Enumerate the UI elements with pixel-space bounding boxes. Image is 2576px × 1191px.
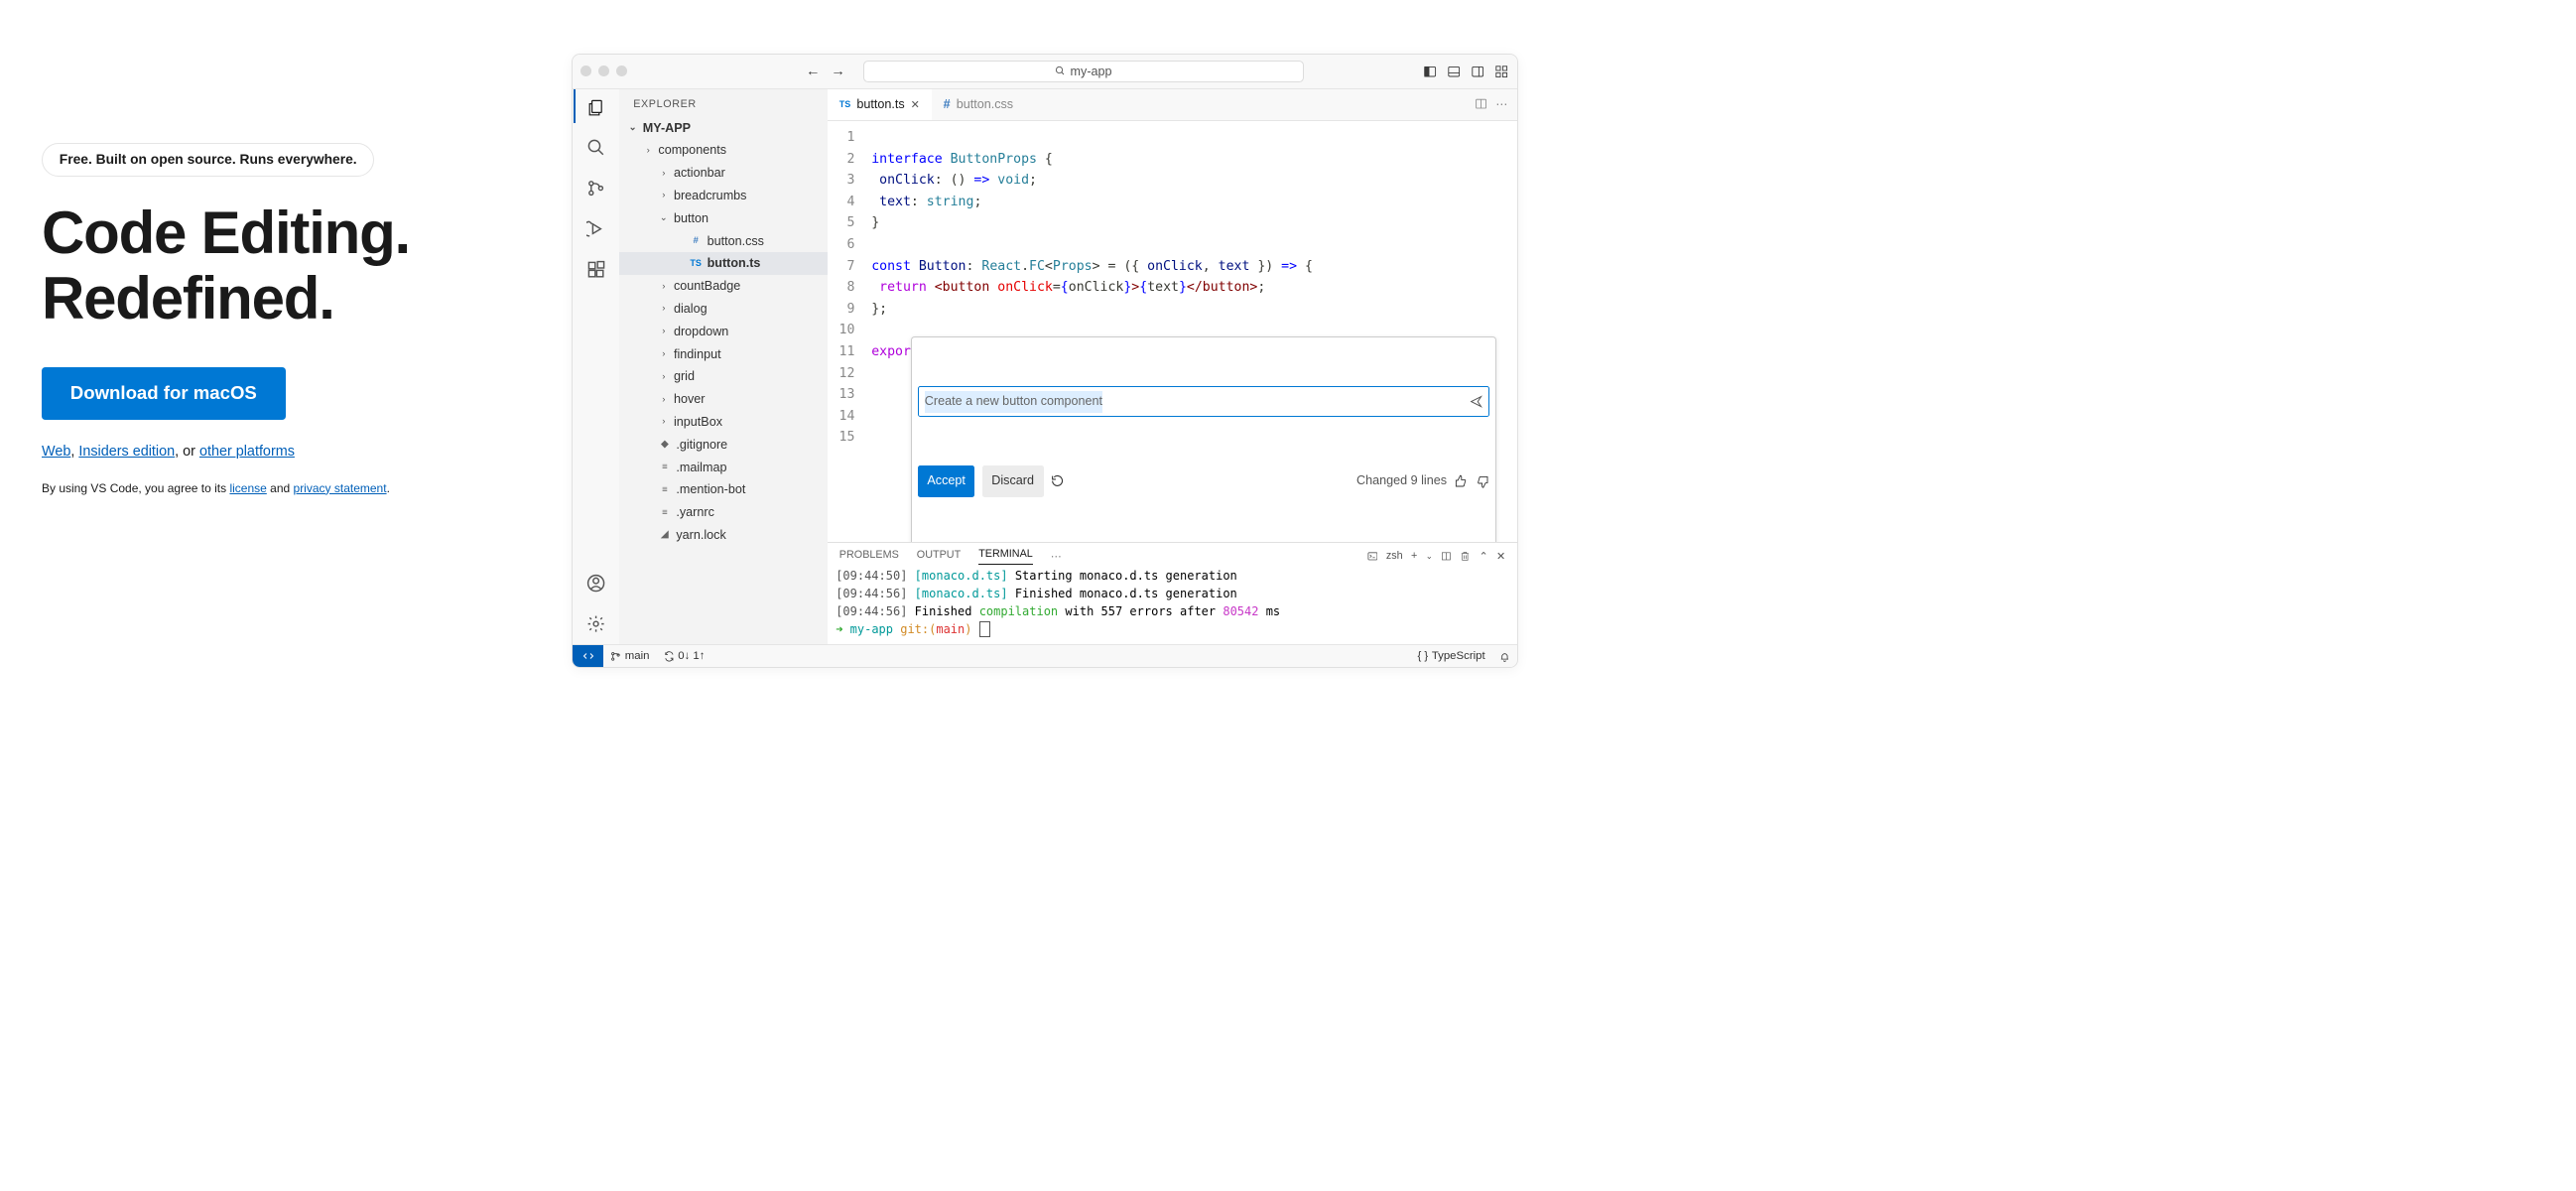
new-terminal-icon[interactable]: + <box>1411 550 1417 562</box>
tab-button-ts[interactable]: TS button.ts ✕ <box>828 88 932 119</box>
nav-forward-icon[interactable]: → <box>831 64 844 79</box>
terminal-output[interactable]: [09:44:50] [monaco.d.ts] Starting monaco… <box>828 565 1517 645</box>
source-control-icon[interactable] <box>586 179 606 198</box>
tree-item[interactable]: ›inputBox <box>619 411 828 434</box>
file-icon: ≡ <box>658 507 671 518</box>
file-icon: ≡ <box>658 484 671 495</box>
tree-item[interactable]: ◆.gitignore <box>619 433 828 456</box>
inline-chat-panel: Create a new button component Accept Dis… <box>911 336 1496 542</box>
web-link[interactable]: Web <box>42 444 70 460</box>
regenerate-icon[interactable] <box>1051 474 1064 487</box>
close-tab-icon[interactable]: ✕ <box>911 98 920 111</box>
tree-item[interactable]: ›dropdown <box>619 320 828 342</box>
accept-button[interactable]: Accept <box>918 465 975 496</box>
insiders-link[interactable]: Insiders edition <box>78 444 175 460</box>
file-icon: ◢ <box>658 529 671 540</box>
branch-status[interactable]: main <box>603 650 656 662</box>
code-editor[interactable]: 123456789101112131415 interface ButtonPr… <box>828 121 1517 542</box>
language-status[interactable]: { }TypeScript <box>1410 650 1492 662</box>
nav-back-icon[interactable]: ← <box>806 64 820 79</box>
other-platforms-link[interactable]: other platforms <box>199 444 295 460</box>
send-icon[interactable] <box>1470 395 1482 408</box>
editor-area: TS button.ts ✕ # button.css ⋯ 1234567891… <box>828 89 1517 645</box>
tree-item[interactable]: ≡.mention-bot <box>619 478 828 501</box>
explorer-sidebar: EXPLORER ⌄MY-APP ›components›actionbar›b… <box>619 89 828 645</box>
search-icon <box>1055 66 1066 76</box>
thumbs-up-icon[interactable] <box>1454 474 1468 488</box>
typescript-icon: TS <box>839 99 851 109</box>
extensions-icon[interactable] <box>586 259 606 279</box>
change-status: Changed 9 lines <box>1356 470 1447 492</box>
settings-gear-icon[interactable] <box>586 613 606 633</box>
layout-customize-icon[interactable] <box>1494 65 1508 78</box>
shell-name[interactable]: zsh <box>1386 550 1403 562</box>
file-icon: TS <box>690 258 703 268</box>
sidebar-title: EXPLORER <box>619 89 828 117</box>
notifications-icon[interactable] <box>1492 651 1517 662</box>
vscode-window: ← → my-app EXPLORER <box>572 54 1518 668</box>
layout-sidebar-right-icon[interactable] <box>1471 65 1484 78</box>
file-icon: ◆ <box>658 439 671 450</box>
sync-status[interactable]: 0↓ 1↑ <box>657 650 712 662</box>
tab-button-css[interactable]: # button.css <box>932 89 1025 120</box>
alt-download-links: Web, Insiders edition, or other platform… <box>42 444 572 460</box>
tree-item[interactable]: ≡.mailmap <box>619 456 828 478</box>
tagline-pill: Free. Built on open source. Runs everywh… <box>42 143 374 177</box>
tree-root[interactable]: ⌄MY-APP <box>619 116 828 139</box>
tree-item[interactable]: ›actionbar <box>619 162 828 185</box>
search-activity-icon[interactable] <box>586 138 606 158</box>
debug-icon[interactable] <box>586 218 606 238</box>
tree-item[interactable]: TSbutton.ts <box>619 252 828 275</box>
panel-tab-terminal[interactable]: TERMINAL <box>978 548 1033 565</box>
remote-indicator[interactable] <box>573 645 603 667</box>
discard-button[interactable]: Discard <box>982 465 1044 496</box>
css-icon: # <box>944 97 951 111</box>
trash-icon[interactable] <box>1460 551 1471 562</box>
download-button[interactable]: Download for macOS <box>42 367 286 420</box>
split-terminal-icon[interactable] <box>1441 551 1452 562</box>
tree-item[interactable]: ›findinput <box>619 342 828 365</box>
panel-more-icon[interactable]: ⋯ <box>1051 550 1062 563</box>
inline-chat-input[interactable]: Create a new button component <box>918 386 1489 417</box>
tree-item[interactable]: ≡.yarnrc <box>619 501 828 524</box>
titlebar: ← → my-app <box>573 55 1517 88</box>
traffic-lights[interactable] <box>580 66 627 76</box>
more-actions-icon[interactable]: ⋯ <box>1495 97 1507 111</box>
split-editor-icon[interactable] <box>1475 97 1487 110</box>
status-bar: main 0↓ 1↑ { }TypeScript <box>573 644 1517 667</box>
tree-item[interactable]: ⌄button <box>619 206 828 229</box>
panel-tab-output[interactable]: OUTPUT <box>917 549 961 565</box>
hero-title: Code Editing. Redefined. <box>42 200 572 331</box>
tree-item[interactable]: ›hover <box>619 388 828 411</box>
layout-panel-icon[interactable] <box>1447 65 1461 78</box>
terminal-dropdown-icon[interactable]: ⌄ <box>1426 551 1433 561</box>
maximize-panel-icon[interactable]: ⌃ <box>1480 550 1488 563</box>
close-panel-icon[interactable]: ✕ <box>1496 550 1505 563</box>
tree-item[interactable]: ›breadcrumbs <box>619 185 828 207</box>
activity-bar <box>573 89 619 645</box>
tree-item[interactable]: ›grid <box>619 365 828 388</box>
account-icon[interactable] <box>586 573 606 593</box>
thumbs-down-icon[interactable] <box>1476 474 1489 488</box>
command-center-search[interactable]: my-app <box>863 61 1304 82</box>
explorer-icon[interactable] <box>586 97 606 117</box>
layout-sidebar-left-icon[interactable] <box>1423 65 1437 78</box>
tree-item[interactable]: ›countBadge <box>619 275 828 298</box>
terminal-profile-icon[interactable] <box>1367 551 1378 562</box>
file-icon: ≡ <box>658 462 671 472</box>
bottom-panel: PROBLEMS OUTPUT TERMINAL ⋯ zsh + ⌄ ⌃ ✕ <box>828 542 1517 644</box>
panel-tab-problems[interactable]: PROBLEMS <box>839 549 899 565</box>
tree-item[interactable]: ◢yarn.lock <box>619 524 828 547</box>
tree-item[interactable]: ›components <box>619 139 828 162</box>
privacy-link[interactable]: privacy statement <box>294 481 387 495</box>
tree-item[interactable]: ›dialog <box>619 298 828 321</box>
tree-item[interactable]: #button.css <box>619 229 828 252</box>
legal-text: By using VS Code, you agree to its licen… <box>42 481 572 495</box>
license-link[interactable]: license <box>229 481 266 495</box>
file-icon: # <box>690 235 703 246</box>
